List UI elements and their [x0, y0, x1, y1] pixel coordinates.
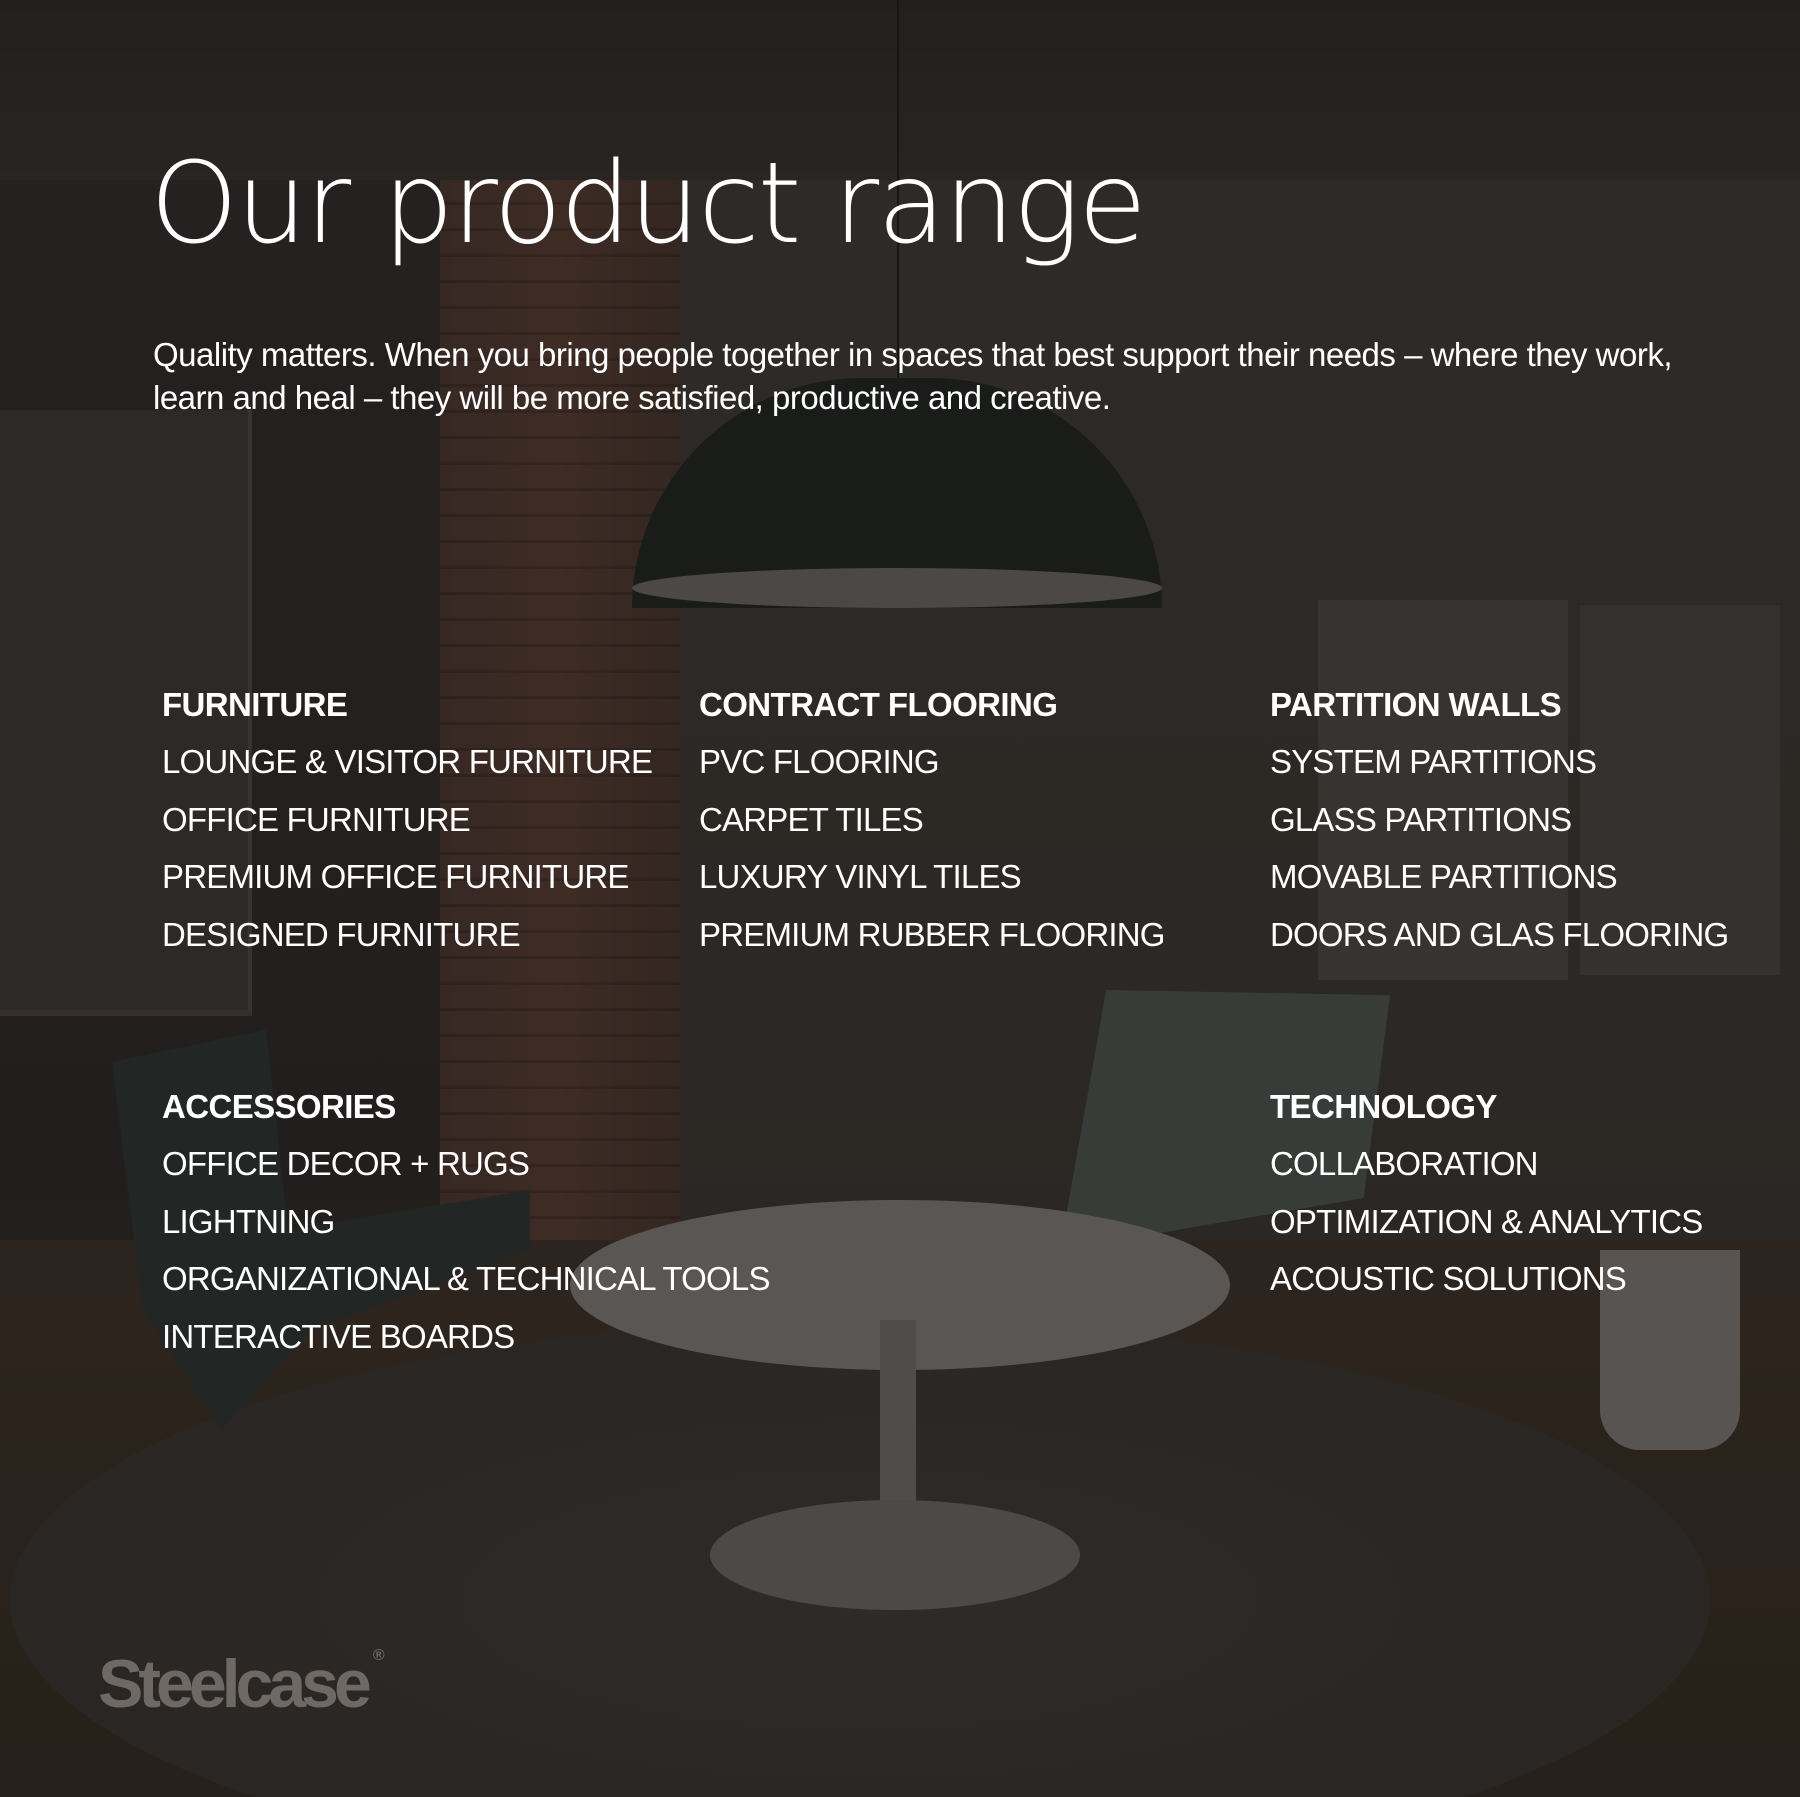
- category-item: PVC FLOORING: [699, 743, 940, 780]
- category-item: LUXURY VINYL TILES: [699, 858, 1022, 896]
- category-heading: PARTITION WALLS: [1270, 686, 1562, 723]
- category-item: COLLABORATION: [1270, 1145, 1539, 1182]
- category-list: COLLABORATION OPTIMIZATION & ANALYTICS A…: [1270, 1135, 1790, 1308]
- category-accessories: ACCESSORIES OFFICE DECOR + RUGS LIGHTNIN…: [162, 1078, 770, 1365]
- category-heading: CONTRACT FLOORING: [699, 686, 1058, 723]
- category-item: LOUNGE & VISITOR FURNITURE: [162, 743, 653, 780]
- category-list: PVC FLOORING CARPET TILES LUXURY VINYL T…: [699, 733, 1219, 963]
- category-item: ACOUSTIC SOLUTIONS: [1270, 1260, 1627, 1298]
- logo-text: Steelcase: [98, 1646, 372, 1722]
- category-item: INTERACTIVE BOARDS: [162, 1317, 515, 1355]
- category-item: PREMIUM OFFICE FURNITURE: [162, 858, 629, 896]
- category-heading: ACCESSORIES: [162, 1088, 396, 1125]
- category-list: OFFICE DECOR + RUGS LIGHTNING ORGANIZATI…: [162, 1135, 770, 1365]
- steelcase-logo: Steelcase ®: [98, 1648, 385, 1719]
- category-heading: TECHNOLOGY: [1270, 1088, 1497, 1125]
- category-item: DOORS AND GLAS FLOORING: [1270, 915, 1729, 953]
- category-item: LIGHTNING: [162, 1202, 335, 1240]
- category-list: SYSTEM PARTITIONS GLASS PARTITIONS MOVAB…: [1270, 733, 1790, 963]
- category-contract-flooring: CONTRACT FLOORING PVC FLOORING CARPET TI…: [699, 676, 1219, 963]
- registered-mark: ®: [372, 1647, 385, 1664]
- category-furniture: FURNITURE LOUNGE & VISITOR FURNITURE OFF…: [162, 676, 682, 963]
- page-content: Our product range Quality matters. When …: [0, 0, 1800, 1797]
- category-item: OFFICE FURNITURE: [162, 800, 471, 838]
- category-item: GLASS PARTITIONS: [1270, 800, 1572, 838]
- category-item: CARPET TILES: [699, 800, 924, 838]
- category-item: PREMIUM RUBBER FLOORING: [699, 915, 1165, 953]
- category-list: LOUNGE & VISITOR FURNITURE OFFICE FURNIT…: [162, 733, 682, 963]
- intro-paragraph: Quality matters. When you bring people t…: [153, 336, 1673, 416]
- category-heading: FURNITURE: [162, 686, 348, 723]
- category-technology: TECHNOLOGY COLLABORATION OPTIMIZATION & …: [1270, 1078, 1790, 1308]
- category-item: OFFICE DECOR + RUGS: [162, 1145, 530, 1182]
- category-item: MOVABLE PARTITIONS: [1270, 858, 1618, 896]
- category-item: OPTIMIZATION & ANALYTICS: [1270, 1202, 1703, 1240]
- category-item: ORGANIZATIONAL & TECHNICAL TOOLS: [162, 1260, 770, 1298]
- page-title: Our product range: [150, 139, 1147, 269]
- category-item: DESIGNED FURNITURE: [162, 915, 521, 953]
- category-item: SYSTEM PARTITIONS: [1270, 743, 1597, 780]
- category-partition-walls: PARTITION WALLS SYSTEM PARTITIONS GLASS …: [1270, 676, 1790, 963]
